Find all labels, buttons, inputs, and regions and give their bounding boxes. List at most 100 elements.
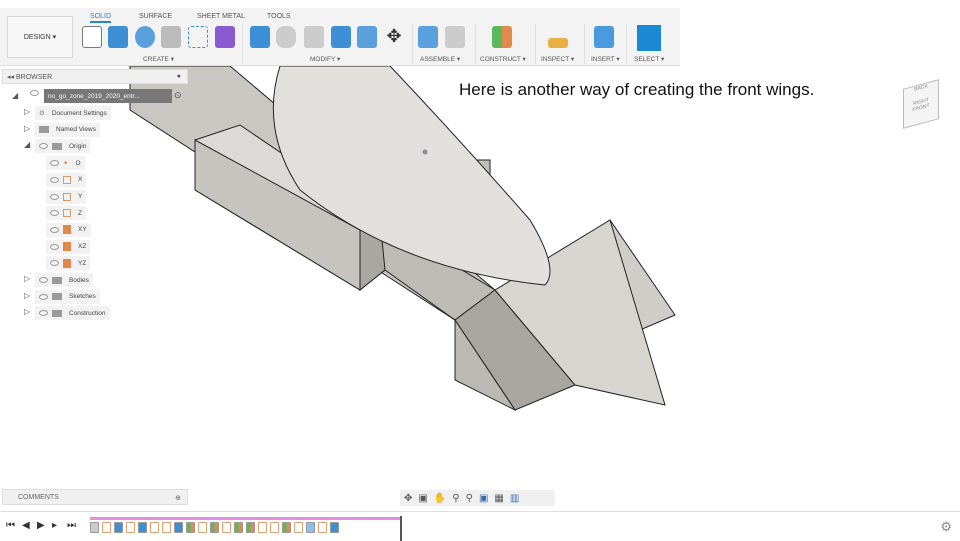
expand-icon[interactable]: ▷: [24, 291, 30, 300]
timeline-plane-feature[interactable]: [234, 522, 243, 533]
timeline-extrude-feature[interactable]: [138, 522, 147, 533]
root-component[interactable]: no_go_zone_2019_2020_entr...: [44, 89, 172, 103]
timeline-plane-feature[interactable]: [282, 522, 291, 533]
step-back-icon[interactable]: ◀: [22, 520, 30, 531]
timeline-marker[interactable]: [400, 516, 402, 541]
timeline-body-feature[interactable]: [90, 522, 99, 533]
browser-item[interactable]: XY: [46, 222, 91, 237]
pin-icon[interactable]: ●: [177, 73, 181, 80]
expand-icon[interactable]: ▷: [24, 107, 30, 116]
expand-icon[interactable]: ▷: [24, 307, 30, 316]
tab-tools[interactable]: TOOLS: [267, 13, 291, 20]
timeline-extrude-feature[interactable]: [174, 522, 183, 533]
timeline-sketch-feature[interactable]: [270, 522, 279, 533]
zoom-icon[interactable]: ⚲: [452, 493, 459, 504]
eye-icon[interactable]: [39, 277, 48, 283]
eye-icon[interactable]: [50, 243, 59, 250]
combine-icon[interactable]: [331, 26, 351, 48]
offset-plane-icon[interactable]: [492, 26, 512, 48]
create-form-icon[interactable]: [215, 26, 235, 48]
browser-item[interactable]: YZ: [46, 256, 91, 271]
expand-icon[interactable]: ◢: [24, 140, 30, 149]
assemble-menu[interactable]: ASSEMBLE ▾: [420, 55, 460, 63]
display-settings-icon[interactable]: ▣: [479, 493, 488, 504]
design-workspace-button[interactable]: DESIGN ▾: [7, 16, 73, 58]
look-at-icon[interactable]: ▣: [418, 493, 427, 504]
timeline-plane-feature[interactable]: [186, 522, 195, 533]
3d-viewport[interactable]: [0, 65, 960, 486]
timeline-sketch-feature[interactable]: [222, 522, 231, 533]
tab-surface[interactable]: SURFACE: [139, 13, 172, 20]
eye-icon[interactable]: [30, 90, 39, 96]
select-menu[interactable]: SELECT ▾: [634, 55, 664, 63]
tab-sheet-metal[interactable]: SHEET METAL: [197, 13, 245, 20]
modify-menu[interactable]: MODIFY ▾: [310, 55, 340, 63]
browser-item[interactable]: Named Views: [35, 122, 100, 137]
go-to-end-icon[interactable]: ⏭: [67, 520, 76, 531]
timeline-sketch-feature[interactable]: [126, 522, 135, 533]
create-menu[interactable]: CREATE ▾: [143, 55, 174, 63]
fillet-icon[interactable]: [276, 26, 296, 48]
browser-item[interactable]: Bodies: [35, 273, 93, 287]
joint-icon[interactable]: [445, 26, 465, 48]
eye-icon[interactable]: [50, 260, 59, 267]
measure-icon[interactable]: [548, 38, 568, 48]
eye-icon[interactable]: [39, 143, 48, 150]
step-forward-icon[interactable]: ▸: [52, 520, 57, 531]
eye-icon[interactable]: [39, 310, 48, 317]
timeline-extrude-feature[interactable]: [114, 522, 123, 533]
timeline-extrude-feature[interactable]: [330, 522, 339, 533]
press-pull-icon[interactable]: [250, 26, 270, 48]
browser-item[interactable]: Origin: [35, 139, 91, 154]
pan-icon[interactable]: ✋: [434, 493, 446, 504]
collapse-icon[interactable]: ◢: [12, 91, 18, 100]
browser-item[interactable]: X: [46, 172, 87, 187]
hole-icon[interactable]: [161, 26, 181, 48]
browser-header[interactable]: ◂◂ BROWSER ●: [2, 69, 188, 84]
eye-icon[interactable]: [50, 210, 59, 217]
browser-item[interactable]: ⚙ Document Settings: [35, 106, 111, 120]
browser-item[interactable]: Y: [46, 189, 87, 204]
browser-item[interactable]: Construction: [35, 306, 110, 321]
construct-menu[interactable]: CONSTRUCT ▾: [480, 55, 526, 63]
go-to-start-icon[interactable]: ⏮: [6, 520, 15, 531]
expand-icon[interactable]: ▷: [24, 274, 30, 283]
orbit-icon[interactable]: ✥: [404, 493, 412, 504]
shell-icon[interactable]: [304, 26, 324, 48]
browser-item[interactable]: ✦ O: [46, 156, 85, 171]
browser-item[interactable]: Sketches: [35, 289, 100, 304]
eye-icon[interactable]: [50, 226, 59, 233]
eye-icon[interactable]: [50, 160, 59, 167]
activate-icon[interactable]: ⊙: [174, 90, 182, 101]
insert-image-icon[interactable]: [594, 26, 614, 48]
gear-icon[interactable]: ⚙: [940, 519, 952, 535]
timeline-sketch-feature[interactable]: [294, 522, 303, 533]
create-sketch-icon[interactable]: [82, 26, 102, 48]
timeline-plane-feature[interactable]: [246, 522, 255, 533]
timeline-sketch-feature[interactable]: [318, 522, 327, 533]
select-icon[interactable]: [637, 25, 661, 51]
eye-icon[interactable]: [39, 293, 48, 300]
timeline-sketch-feature[interactable]: [258, 522, 267, 533]
grid-icon[interactable]: ▦: [494, 493, 503, 504]
new-component-icon[interactable]: [418, 26, 438, 48]
inspect-menu[interactable]: INSPECT ▾: [541, 55, 574, 63]
revolve-icon[interactable]: [135, 26, 155, 48]
timeline-sketch-feature[interactable]: [198, 522, 207, 533]
expand-icon[interactable]: ▷: [24, 124, 30, 133]
pattern-icon[interactable]: [188, 26, 208, 48]
move-icon[interactable]: ✥: [384, 26, 404, 48]
extrude-icon[interactable]: [108, 26, 128, 48]
tab-solid[interactable]: SOLID: [90, 13, 112, 23]
insert-menu[interactable]: INSERT ▾: [591, 55, 620, 63]
add-comment-icon[interactable]: ⊕: [175, 494, 181, 502]
timeline-plane-feature[interactable]: [210, 522, 219, 533]
timeline-sketch-feature[interactable]: [162, 522, 171, 533]
eye-icon[interactable]: [50, 193, 59, 200]
play-icon[interactable]: ▶: [37, 520, 45, 531]
eye-icon[interactable]: [50, 176, 59, 183]
comments-panel[interactable]: COMMENTS ⊕: [2, 489, 188, 505]
timeline-sketch-feature[interactable]: [102, 522, 111, 533]
split-body-icon[interactable]: [357, 26, 377, 48]
timeline-sketch-feature[interactable]: [150, 522, 159, 533]
